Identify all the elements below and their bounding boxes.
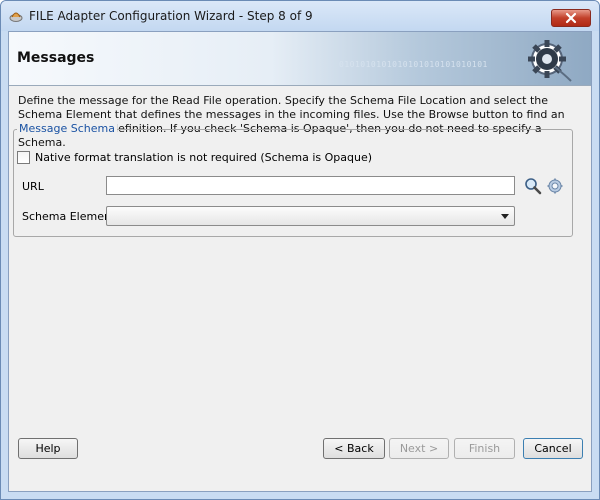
banner-binary-text: 0101010101010101010101010101 xyxy=(339,60,488,69)
chevron-down-icon xyxy=(501,214,509,219)
schema-element-select[interactable] xyxy=(106,206,515,226)
message-schema-legend: Message Schema xyxy=(17,122,117,135)
wizard-content: Messages 0101010101010101010101010101 De… xyxy=(8,31,592,492)
close-icon xyxy=(565,12,577,24)
window-title: FILE Adapter Configuration Wizard - Step… xyxy=(29,9,313,23)
back-button[interactable]: < Back xyxy=(323,438,385,459)
wizard-window: FILE Adapter Configuration Wizard - Step… xyxy=(0,0,600,500)
opaque-schema-label[interactable]: Native format translation is not require… xyxy=(35,151,372,164)
opaque-schema-checkbox[interactable] xyxy=(17,151,30,164)
configure-icon[interactable] xyxy=(547,178,563,194)
schema-element-label: Schema Element xyxy=(22,210,116,223)
title-bar: FILE Adapter Configuration Wizard - Step… xyxy=(1,1,599,31)
help-button[interactable]: Help xyxy=(18,438,78,459)
cancel-button[interactable]: Cancel xyxy=(523,438,583,459)
close-button[interactable] xyxy=(551,9,591,27)
page-banner: Messages 0101010101010101010101010101 xyxy=(9,32,591,86)
url-label: URL xyxy=(22,180,44,193)
url-input[interactable] xyxy=(106,176,515,195)
window-app-icon xyxy=(9,12,23,22)
page-title: Messages xyxy=(17,50,95,66)
search-icon[interactable] xyxy=(524,177,542,195)
gear-banner-icon xyxy=(528,40,572,82)
next-button[interactable]: Next > xyxy=(389,438,449,459)
finish-button[interactable]: Finish xyxy=(454,438,515,459)
